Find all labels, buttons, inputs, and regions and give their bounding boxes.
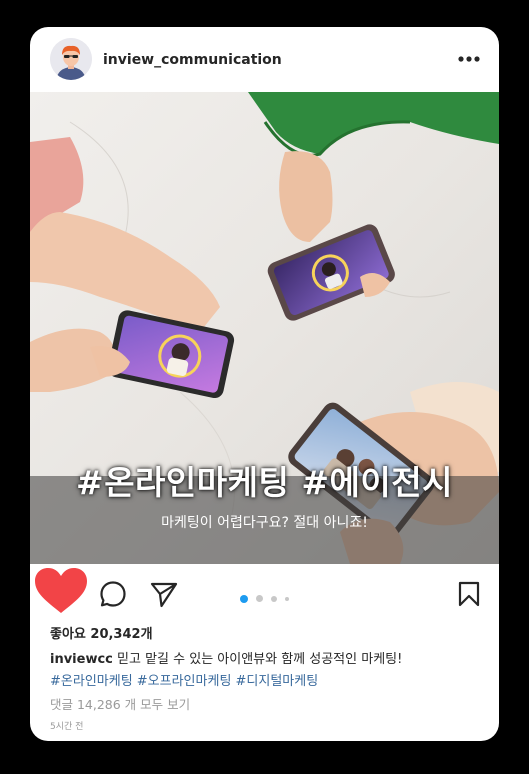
carousel-dot-active[interactable] (240, 594, 248, 603)
carousel-dot[interactable] (285, 596, 290, 601)
post-timestamp: 5시간 전 (50, 722, 84, 732)
heart-icon (35, 568, 87, 613)
image-subtitle: 마케팅이 어렵다구요? 절대 아니죠! (161, 515, 368, 531)
post-image[interactable]: #온라인마케팅 #에이전시 마케팅이 어렵다구요? 절대 아니죠! (30, 92, 499, 564)
share-button[interactable] (150, 582, 178, 612)
hashtags[interactable]: #온라인마케팅 #오프라인마케팅 #디지털마케팅 (50, 670, 318, 689)
post-header: inview_communication (30, 27, 499, 92)
carousel-dot[interactable] (256, 595, 264, 602)
carousel-dot[interactable] (271, 595, 278, 602)
post-card: inview_communication #온라인마케팅 #에이전시 마케팅이 … (30, 27, 499, 741)
caption-text: 믿고 맡길 수 있는 아이앤뷰와 함께 성공적인 마케팅! (117, 652, 403, 667)
bookmark-icon (458, 581, 480, 607)
more-options-button[interactable] (457, 49, 481, 69)
bookmark-button[interactable] (458, 581, 480, 611)
comment-button[interactable] (99, 580, 127, 612)
carousel-indicator (240, 588, 292, 607)
username[interactable]: inview_communication (103, 52, 282, 68)
image-hashtag-title: #온라인마케팅 #에이전시 (76, 463, 453, 502)
action-bar (30, 564, 499, 622)
comment-icon (100, 581, 126, 607)
avatar[interactable] (50, 38, 92, 80)
view-all-comments-link[interactable]: 댓글 14,286 개 모두 보기 (50, 694, 190, 713)
like-button[interactable] (34, 567, 88, 619)
post-caption: inviewcc 믿고 맡길 수 있는 아이앤뷰와 함께 성공적인 마케팅! (50, 648, 402, 667)
more-icon (458, 56, 480, 62)
share-icon (150, 582, 178, 608)
likes-count[interactable]: 좋아요 20,342개 (50, 623, 153, 642)
caption-author[interactable]: inviewcc (50, 652, 113, 667)
